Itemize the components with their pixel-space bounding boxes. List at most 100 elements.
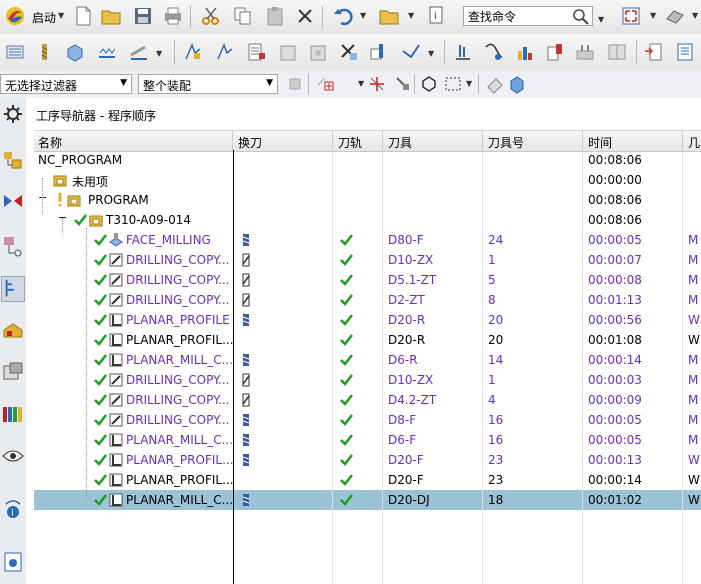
verify-toolpath-icon[interactable] (278, 41, 300, 63)
select-body-icon[interactable] (506, 73, 528, 95)
assembly-filter-icon[interactable] (284, 73, 306, 95)
create-geometry-icon[interactable] (64, 41, 86, 63)
operation-row[interactable]: PLANAR_MILL_C... D6-R 14 00:00:14 M (34, 350, 701, 370)
column-divider[interactable] (332, 131, 333, 151)
tree-row-root[interactable]: NC_PROGRAM 00:08:06 (34, 150, 701, 170)
reuse-library-icon[interactable] (1, 360, 25, 386)
column-divider[interactable] (682, 131, 683, 151)
magnifier-icon[interactable] (570, 6, 590, 26)
undo-icon[interactable] (332, 5, 354, 27)
tool-cell: D5.1-ZT (388, 273, 437, 287)
selection-scope-select[interactable]: 整个装配 ▼ (138, 74, 278, 94)
operation-row[interactable]: DRILLING_COPY... D10-ZX 1 00:00:07 M (34, 250, 701, 270)
rectangle-select-icon[interactable] (442, 73, 464, 95)
chevron-down-icon[interactable]: ▼ (360, 11, 366, 20)
tree-row-group[interactable]: − T310-A09-014 00:08:06 (34, 210, 701, 230)
object-display-icon[interactable] (606, 41, 628, 63)
operation-row[interactable]: PLANAR_PROFIL... D20-F 23 00:00:13 W (34, 450, 701, 470)
column-header-tool-change[interactable]: 换刀 (238, 134, 262, 151)
column-divider[interactable] (232, 131, 233, 151)
select-tool-icon[interactable] (392, 73, 414, 95)
operation-row[interactable]: PLANAR_MILL_C... D6-F 16 00:00:05 M (34, 430, 701, 450)
deselect-icon[interactable] (484, 73, 506, 95)
simulate-machine-icon[interactable] (308, 41, 330, 63)
info-icon[interactable]: i (426, 5, 448, 27)
ug-logo-icon[interactable] (4, 5, 26, 27)
generate-toolpath-icon[interactable] (182, 41, 204, 63)
shop-docs-icon[interactable] (400, 41, 422, 63)
transform-icon[interactable] (574, 41, 596, 63)
replay-toolpath-icon[interactable] (214, 41, 236, 63)
postprocess-icon[interactable] (368, 41, 390, 63)
render-style-icon[interactable] (664, 5, 686, 27)
operation-row[interactable]: DRILLING_COPY... D2-ZT 8 00:01:13 M (34, 290, 701, 310)
tree-row-program[interactable]: − PROGRAM 00:08:06 (34, 190, 701, 210)
column-header-geometry[interactable]: 几 (688, 134, 700, 151)
feeds-speeds-icon[interactable] (452, 41, 474, 63)
chevron-down-icon[interactable]: ▼ (650, 11, 656, 20)
type-filter-select[interactable]: 无选择过滤器 ▼ (0, 74, 132, 94)
save-icon[interactable] (132, 5, 154, 27)
history-library-icon[interactable] (1, 402, 25, 428)
operation-row[interactable]: DRILLING_COPY... D10-ZX 1 00:00:03 M (34, 370, 701, 390)
select-polygon-icon[interactable] (418, 73, 440, 95)
column-divider[interactable] (382, 131, 383, 151)
operation-row[interactable]: FACE_MILLING D80-F 24 00:00:05 M (34, 230, 701, 250)
gear-icon[interactable] (1, 102, 25, 128)
document-icon[interactable] (674, 41, 696, 63)
chevron-down-icon[interactable]: ▼ (598, 15, 604, 24)
assembly-navigator-icon[interactable] (1, 148, 25, 174)
open-folder-icon[interactable] (100, 5, 122, 27)
tree-row-unused[interactable]: 未用项 00:00:00 (34, 170, 701, 190)
column-divider[interactable] (482, 131, 483, 151)
paste-icon[interactable] (264, 5, 286, 27)
operation-row[interactable]: PLANAR_PROFIL... D20-F 23 00:00:14 W (34, 470, 701, 490)
info-broadcast-icon[interactable]: i (1, 498, 25, 524)
visual-view-icon[interactable] (1, 444, 25, 470)
intersection-point-icon[interactable] (366, 73, 388, 95)
create-method-icon[interactable] (96, 41, 118, 63)
operation-row[interactable]: DRILLING_COPY... D5.1-ZT 5 00:00:08 M (34, 270, 701, 290)
create-tool-icon[interactable] (34, 41, 56, 63)
chevron-down-icon[interactable]: ▼ (466, 79, 472, 88)
chevron-down-icon[interactable]: ▼ (58, 11, 64, 20)
part-navigator-icon[interactable] (1, 234, 25, 260)
chevron-down-icon[interactable]: ▼ (156, 49, 162, 58)
print-icon[interactable] (162, 5, 184, 27)
start-menu-label[interactable]: 启动 (32, 9, 56, 26)
constraint-navigator-icon[interactable] (1, 190, 25, 216)
operation-row[interactable]: DRILLING_COPY... D4.2-ZT 4 00:00:09 M (34, 390, 701, 410)
column-header-tool-number[interactable]: 刀具号 (488, 134, 524, 151)
delete-toolpath-icon[interactable] (338, 41, 360, 63)
operation-info-icon[interactable] (544, 41, 566, 63)
open-folder-icon[interactable] (378, 5, 400, 27)
cut-icon[interactable] (200, 5, 222, 27)
output-cls-icon[interactable] (642, 41, 664, 63)
column-header-name[interactable]: 名称 (38, 134, 62, 151)
chevron-down-icon[interactable]: ▼ (408, 11, 414, 20)
list-toolpath-icon[interactable] (246, 41, 268, 63)
fit-view-icon[interactable] (620, 5, 642, 27)
operation-row[interactable]: PLANAR_MILL_C... D20-DJ 18 00:01:02 W (34, 490, 701, 510)
column-header-path[interactable]: 刀轨 (338, 134, 362, 151)
operation-row[interactable]: PLANAR_PROFILE D20-R 20 00:00:56 W (34, 310, 701, 330)
operation-navigator-icon[interactable] (1, 276, 25, 302)
snap-point-icon[interactable] (314, 73, 336, 95)
machine-tool-icon[interactable] (482, 41, 504, 63)
chevron-down-icon[interactable]: ▼ (692, 11, 698, 20)
column-header-tool[interactable]: 刀具 (388, 134, 412, 151)
operation-row[interactable]: DRILLING_COPY... D8-F 16 00:00:05 M (34, 410, 701, 430)
delete-icon[interactable] (294, 5, 316, 27)
column-divider[interactable] (582, 131, 583, 151)
tool-library-icon[interactable] (514, 41, 536, 63)
browser-icon[interactable] (1, 550, 25, 576)
chevron-down-icon[interactable]: ▼ (358, 79, 364, 88)
chevron-down-icon[interactable]: ▼ (428, 49, 434, 58)
operation-row[interactable]: PLANAR_PROFIL... D20-R 20 00:01:08 W (34, 330, 701, 350)
column-header-time[interactable]: 时间 (588, 134, 612, 151)
new-file-icon[interactable] (72, 5, 94, 27)
create-program-icon[interactable] (4, 41, 26, 63)
copy-icon[interactable] (232, 5, 254, 27)
create-operation-icon[interactable] (128, 41, 150, 63)
machine-navigator-icon[interactable] (1, 318, 25, 344)
